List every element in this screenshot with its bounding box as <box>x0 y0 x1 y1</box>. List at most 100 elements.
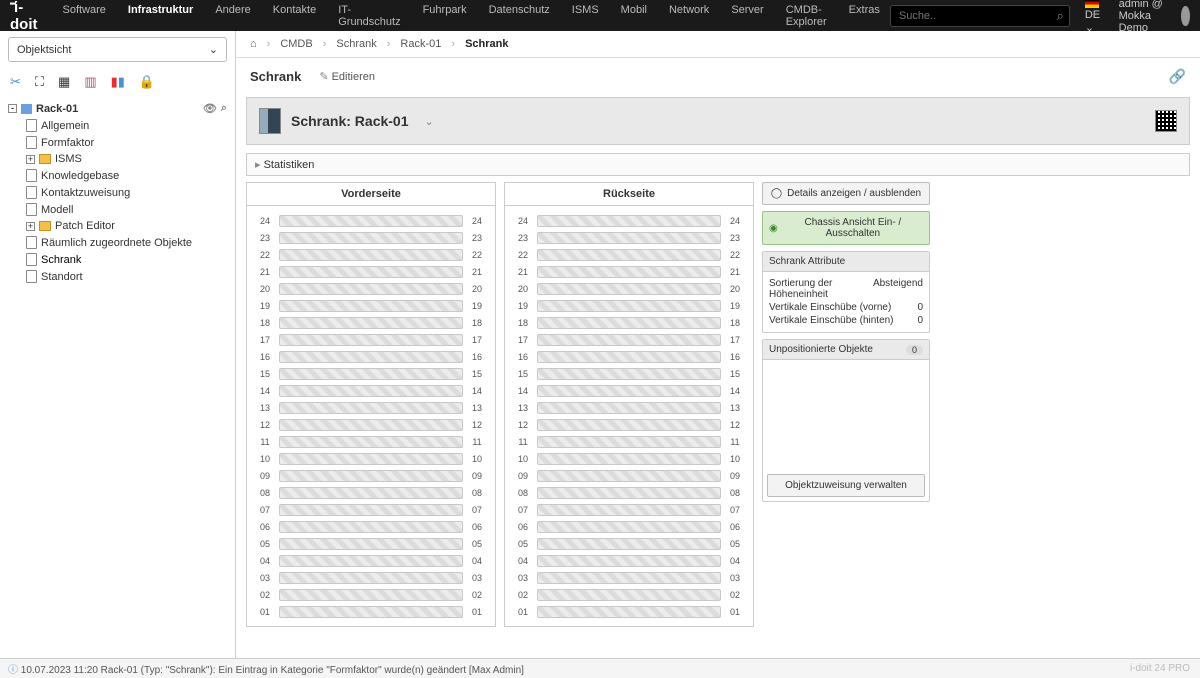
slot-number: 01 <box>463 607 491 617</box>
home-icon[interactable]: ⌂ <box>250 38 257 50</box>
tree-root-label[interactable]: Rack-01 <box>36 103 78 115</box>
rack-slot[interactable]: 0404 <box>251 552 491 569</box>
rack-slot[interactable]: 0101 <box>509 603 749 620</box>
tree-item-label[interactable]: Schrank <box>41 254 81 266</box>
slot-bar <box>537 487 721 499</box>
avatar[interactable] <box>1181 6 1190 26</box>
search-input[interactable] <box>890 5 1070 27</box>
rack-slot[interactable]: 0808 <box>509 484 749 501</box>
tree-item-label[interactable]: Knowledgebase <box>41 170 119 182</box>
lang-switch[interactable]: DE ⌄ <box>1085 0 1105 34</box>
rack-slot[interactable]: 0707 <box>509 501 749 518</box>
tree-item-label[interactable]: Räumlich zugeordnete Objekte <box>41 237 192 249</box>
chevron-down-icon[interactable]: ⌄ <box>425 115 434 128</box>
tree-toggle[interactable]: - <box>8 104 17 113</box>
tree-item-label[interactable]: Allgemein <box>41 120 89 132</box>
rack-slot[interactable]: 2424 <box>251 212 491 229</box>
rack-slot[interactable]: 1818 <box>509 314 749 331</box>
chart-icon[interactable]: ▮▮ <box>111 74 125 90</box>
rack-slot[interactable]: 1111 <box>251 433 491 450</box>
user-label[interactable]: admin @ Mokka Demo <box>1119 0 1168 34</box>
rack-slot[interactable]: 0909 <box>509 467 749 484</box>
crumb-item[interactable]: Rack-01 <box>400 38 441 50</box>
tree-item-label[interactable]: Formfaktor <box>41 137 94 149</box>
tree-item-label[interactable]: Patch Editor <box>55 220 115 232</box>
rack-slot[interactable]: 1212 <box>509 416 749 433</box>
search-icon[interactable]: ⌕ <box>1057 8 1064 24</box>
book-icon[interactable]: ▥ <box>84 74 96 90</box>
cut-icon[interactable]: ✂ <box>10 74 21 90</box>
view-select[interactable]: Objektsicht⌄ <box>8 37 227 62</box>
tree-item-label[interactable]: Modell <box>41 204 73 216</box>
rack-slot[interactable]: 2424 <box>509 212 749 229</box>
calendar-icon[interactable]: ▦ <box>58 74 70 90</box>
rack-slot[interactable]: 0808 <box>251 484 491 501</box>
sidebar: Objektsicht⌄ ✂ ⛶ ▦ ▥ ▮▮ 🔒 - Rack-01 👁 ⌕ Al… <box>0 31 236 658</box>
rack-slot[interactable]: 0404 <box>509 552 749 569</box>
slot-number: 17 <box>251 335 279 345</box>
expand-icon[interactable]: ⛶ <box>35 74 44 90</box>
rack-slot[interactable]: 1616 <box>509 348 749 365</box>
rack-back-title: Rückseite <box>505 183 753 206</box>
eye-icon[interactable]: 👁 <box>203 102 217 115</box>
rack-slot[interactable]: 0606 <box>251 518 491 535</box>
rack-slot[interactable]: 2121 <box>509 263 749 280</box>
tree-item-label[interactable]: Kontaktzuweisung <box>41 187 130 199</box>
rack-slot[interactable]: 0707 <box>251 501 491 518</box>
search-icon[interactable]: ⌕ <box>221 102 227 115</box>
page-icon <box>26 270 37 283</box>
rack-slot[interactable]: 1919 <box>251 297 491 314</box>
rack-slot[interactable]: 0505 <box>509 535 749 552</box>
rack-slot[interactable]: 1010 <box>509 450 749 467</box>
rack-slot[interactable]: 2222 <box>251 246 491 263</box>
rack-slot[interactable]: 1414 <box>251 382 491 399</box>
lock-icon[interactable]: 🔒 <box>139 74 155 90</box>
rack-slot[interactable]: 2323 <box>509 229 749 246</box>
rack-slot[interactable]: 1111 <box>509 433 749 450</box>
edit-button[interactable]: Editieren <box>319 70 375 83</box>
rack-slot[interactable]: 2020 <box>509 280 749 297</box>
rack-icon <box>21 104 32 114</box>
rack-slot[interactable]: 1717 <box>251 331 491 348</box>
rack-slot[interactable]: 0303 <box>509 569 749 586</box>
rack-slot[interactable]: 1313 <box>509 399 749 416</box>
rack-slot[interactable]: 1515 <box>509 365 749 382</box>
rack-slot[interactable]: 1414 <box>509 382 749 399</box>
tree-item-label[interactable]: Standort <box>41 271 83 283</box>
crumb-item[interactable]: CMDB <box>280 38 312 50</box>
link-icon[interactable]: 🔗 <box>1169 68 1186 85</box>
rack-slot[interactable]: 0606 <box>509 518 749 535</box>
rack-slot[interactable]: 2323 <box>251 229 491 246</box>
rack-slot[interactable]: 2222 <box>509 246 749 263</box>
rack-slot[interactable]: 1212 <box>251 416 491 433</box>
stats-toggle[interactable]: Statistiken <box>246 153 1190 176</box>
rack-slot[interactable]: 0909 <box>251 467 491 484</box>
tree-item-label[interactable]: ISMS <box>55 153 82 165</box>
rack-slot[interactable]: 0101 <box>251 603 491 620</box>
tree-toggle[interactable]: + <box>26 155 35 164</box>
rack-slot[interactable]: 0202 <box>251 586 491 603</box>
toggle-chassis-button[interactable]: ◉Chassis Ansicht Ein- / Ausschalten <box>762 211 930 245</box>
rack-slot[interactable]: 1515 <box>251 365 491 382</box>
slot-bar <box>537 521 721 533</box>
rack-slot[interactable]: 0202 <box>509 586 749 603</box>
manage-assignment-button[interactable]: Objektzuweisung verwalten <box>767 474 925 497</box>
rack-slot[interactable]: 2121 <box>251 263 491 280</box>
rack-slot[interactable]: 1717 <box>509 331 749 348</box>
rack-slot[interactable]: 0505 <box>251 535 491 552</box>
rack-slot[interactable]: 1010 <box>251 450 491 467</box>
slot-number: 01 <box>509 607 537 617</box>
rack-slot[interactable]: 1818 <box>251 314 491 331</box>
slot-bar <box>537 589 721 601</box>
rack-slot[interactable]: 1313 <box>251 399 491 416</box>
qr-icon[interactable] <box>1155 110 1177 132</box>
rack-slot[interactable]: 1919 <box>509 297 749 314</box>
crumb-item[interactable]: Schrank <box>336 38 376 50</box>
toggle-details-button[interactable]: ◯Details anzeigen / ausblenden <box>762 182 930 205</box>
rack-slot[interactable]: 0303 <box>251 569 491 586</box>
page-icon <box>26 253 37 266</box>
rack-slot[interactable]: 2020 <box>251 280 491 297</box>
tree-toggle[interactable]: + <box>26 222 35 231</box>
attr-key: Sortierung der Höheneinheit <box>769 278 867 300</box>
rack-slot[interactable]: 1616 <box>251 348 491 365</box>
